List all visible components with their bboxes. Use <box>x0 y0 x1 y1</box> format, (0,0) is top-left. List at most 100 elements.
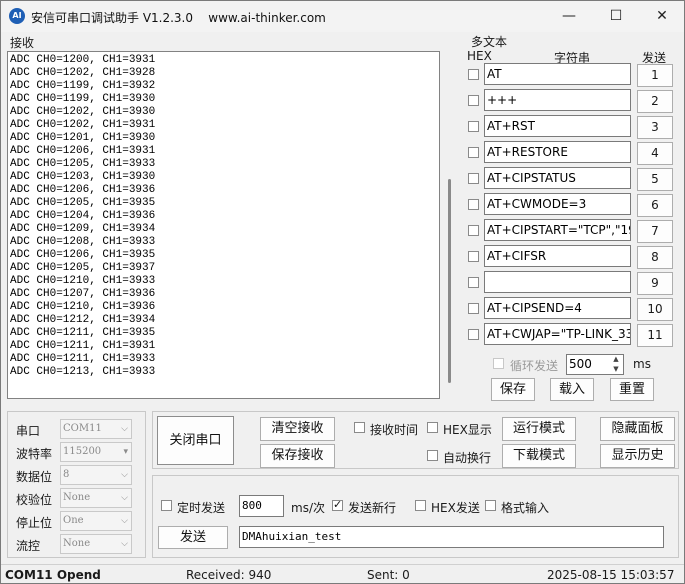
multitext-send-button-5[interactable]: 5 <box>637 168 673 191</box>
load-multitext-button[interactable]: 载入 <box>550 378 594 401</box>
multitext-input-10[interactable]: AT+CIPSEND=4 <box>484 297 631 319</box>
format-input-checkbox[interactable] <box>485 500 496 511</box>
multitext-send-button-3[interactable]: 3 <box>637 116 673 139</box>
spin-down-icon[interactable]: ▼ <box>609 365 623 374</box>
receive-line: ADC CH0=1208, CH1=3933 <box>10 236 156 248</box>
port-select[interactable]: COM11 ⌵ <box>60 419 132 439</box>
parity-select[interactable]: None ⌵ <box>60 488 132 508</box>
save-multitext-button[interactable]: 保存 <box>491 378 535 401</box>
multitext-input-4[interactable]: AT+RESTORE <box>484 141 631 163</box>
loop-unit-label: ms <box>633 357 651 371</box>
receive-time-label: 接收时间 <box>370 423 419 437</box>
receive-line: ADC CH0=1202, CH1=3930 <box>10 106 156 118</box>
chevron-down-icon: ⌵ <box>121 516 128 526</box>
show-history-button[interactable]: 显示历史 <box>600 444 675 468</box>
download-mode-button[interactable]: 下载模式 <box>502 444 576 468</box>
flow-label: 流控 <box>16 539 41 553</box>
multitext-hex-checkbox-5[interactable] <box>468 173 479 184</box>
receive-line: ADC CH0=1205, CH1=3937 <box>10 262 156 274</box>
flow-select[interactable]: None ⌵ <box>60 534 132 554</box>
receive-text: ADC CH0=1200, CH1=3931 ADC CH0=1202, CH1=… <box>10 54 155 379</box>
hex-display-checkbox[interactable] <box>427 422 438 433</box>
minimize-button[interactable]: — <box>546 1 592 32</box>
multitext-send-button-9[interactable]: 9 <box>637 272 673 295</box>
receive-line: ADC CH0=1206, CH1=3935 <box>10 249 156 261</box>
close-port-button[interactable]: 关闭串口 <box>157 416 234 465</box>
multitext-hex-checkbox-4[interactable] <box>468 147 479 158</box>
multitext-input-3[interactable]: AT+RST <box>484 115 631 137</box>
app-logo-icon: AI <box>9 8 25 24</box>
loop-send-checkbox[interactable] <box>493 358 504 369</box>
maximize-button[interactable]: ☐ <box>593 1 639 32</box>
receive-line: ADC CH0=1199, CH1=3932 <box>10 80 156 92</box>
chevron-down-icon: ⌵ <box>121 424 128 434</box>
multitext-input-value: AT+CIPSTART="TCP","192 <box>487 223 631 237</box>
receive-label: 接收 <box>10 36 35 50</box>
status-port: COM11 Opend <box>5 568 101 582</box>
multitext-input-1[interactable]: AT <box>484 63 631 85</box>
multitext-hex-checkbox-3[interactable] <box>468 121 479 132</box>
multitext-hex-checkbox-8[interactable] <box>468 251 479 262</box>
baud-label: 波特率 <box>16 447 53 461</box>
multitext-send-button-1[interactable]: 1 <box>637 64 673 87</box>
multitext-input-9[interactable] <box>484 271 631 293</box>
port-label: 串口 <box>16 424 41 438</box>
receive-scrollbar[interactable] <box>448 179 451 383</box>
port-value: COM11 <box>63 423 102 434</box>
chevron-down-icon: ▾ <box>123 447 128 457</box>
receive-line: ADC CH0=1211, CH1=3935 <box>10 327 156 339</box>
multitext-hex-checkbox-7[interactable] <box>468 225 479 236</box>
send-interval-input[interactable]: 800 <box>239 495 284 517</box>
auto-newline-checkbox[interactable] <box>427 450 438 461</box>
multitext-send-button-11[interactable]: 11 <box>637 324 673 347</box>
multitext-input-8[interactable]: AT+CIFSR <box>484 245 631 267</box>
multitext-send-button-8[interactable]: 8 <box>637 246 673 269</box>
multitext-send-button-10[interactable]: 10 <box>637 298 673 321</box>
multitext-input-11[interactable]: AT+CWJAP="TP-LINK_333 <box>484 323 631 345</box>
multitext-input-value: AT+CIPSTATUS <box>487 171 576 185</box>
multitext-input-7[interactable]: AT+CIPSTART="TCP","192 <box>484 219 631 241</box>
reset-multitext-button[interactable]: 重置 <box>610 378 654 401</box>
send-newline-checkbox[interactable] <box>332 498 343 511</box>
multitext-hex-checkbox-10[interactable] <box>468 303 479 314</box>
baud-select[interactable]: 115200 ▾ <box>60 442 132 462</box>
receive-line: ADC CH0=1211, CH1=3933 <box>10 353 156 365</box>
multitext-input-value: AT+CWMODE=3 <box>487 197 587 211</box>
receive-line: ADC CH0=1213, CH1=3933 <box>10 366 156 378</box>
multitext-input-6[interactable]: AT+CWMODE=3 <box>484 193 631 215</box>
run-mode-button[interactable]: 运行模式 <box>502 417 576 441</box>
multitext-hex-checkbox-2[interactable] <box>468 95 479 106</box>
multitext-send-button-7[interactable]: 7 <box>637 220 673 243</box>
multitext-input-2[interactable]: +++ <box>484 89 631 111</box>
multitext-hex-checkbox-1[interactable] <box>468 69 479 80</box>
receive-line: ADC CH0=1202, CH1=3928 <box>10 67 156 79</box>
multitext-hex-checkbox-11[interactable] <box>468 329 479 340</box>
close-button[interactable]: ✕ <box>639 1 684 32</box>
flow-value: None <box>63 538 91 549</box>
send-text-input[interactable]: DMAhuixian_test <box>239 526 664 548</box>
hex-display-label: HEX显示 <box>443 423 492 437</box>
multitext-input-5[interactable]: AT+CIPSTATUS <box>484 167 631 189</box>
title-bar: AI 安信可串口调试助手 V1.2.3.0 www.ai-thinker.com… <box>1 1 684 32</box>
multitext-send-button-2[interactable]: 2 <box>637 90 673 113</box>
loop-interval-value: 500 <box>569 357 592 371</box>
hex-send-label: HEX发送 <box>431 501 480 515</box>
receive-textarea[interactable]: ADC CH0=1200, CH1=3931 ADC CH0=1202, CH1=… <box>7 51 440 399</box>
stopbits-select[interactable]: One ⌵ <box>60 511 132 531</box>
receive-time-checkbox[interactable] <box>354 422 365 433</box>
hex-send-checkbox[interactable] <box>415 500 426 511</box>
multitext-hex-checkbox-9[interactable] <box>468 277 479 288</box>
clear-receive-button[interactable]: 清空接收 <box>260 417 335 441</box>
multitext-send-button-6[interactable]: 6 <box>637 194 673 217</box>
multitext-hex-checkbox-6[interactable] <box>468 199 479 210</box>
multitext-send-button-4[interactable]: 4 <box>637 142 673 165</box>
hide-panel-button[interactable]: 隐藏面板 <box>600 417 675 441</box>
save-receive-button[interactable]: 保存接收 <box>260 444 335 468</box>
send-button[interactable]: 发送 <box>158 526 228 549</box>
databits-select[interactable]: 8 ⌵ <box>60 465 132 485</box>
send-interval-value: 800 <box>242 499 262 512</box>
receive-line: ADC CH0=1211, CH1=3931 <box>10 340 156 352</box>
timed-send-checkbox[interactable] <box>161 500 172 511</box>
chevron-down-icon: ⌵ <box>121 470 128 480</box>
spin-up-icon[interactable]: ▲ <box>609 355 623 364</box>
